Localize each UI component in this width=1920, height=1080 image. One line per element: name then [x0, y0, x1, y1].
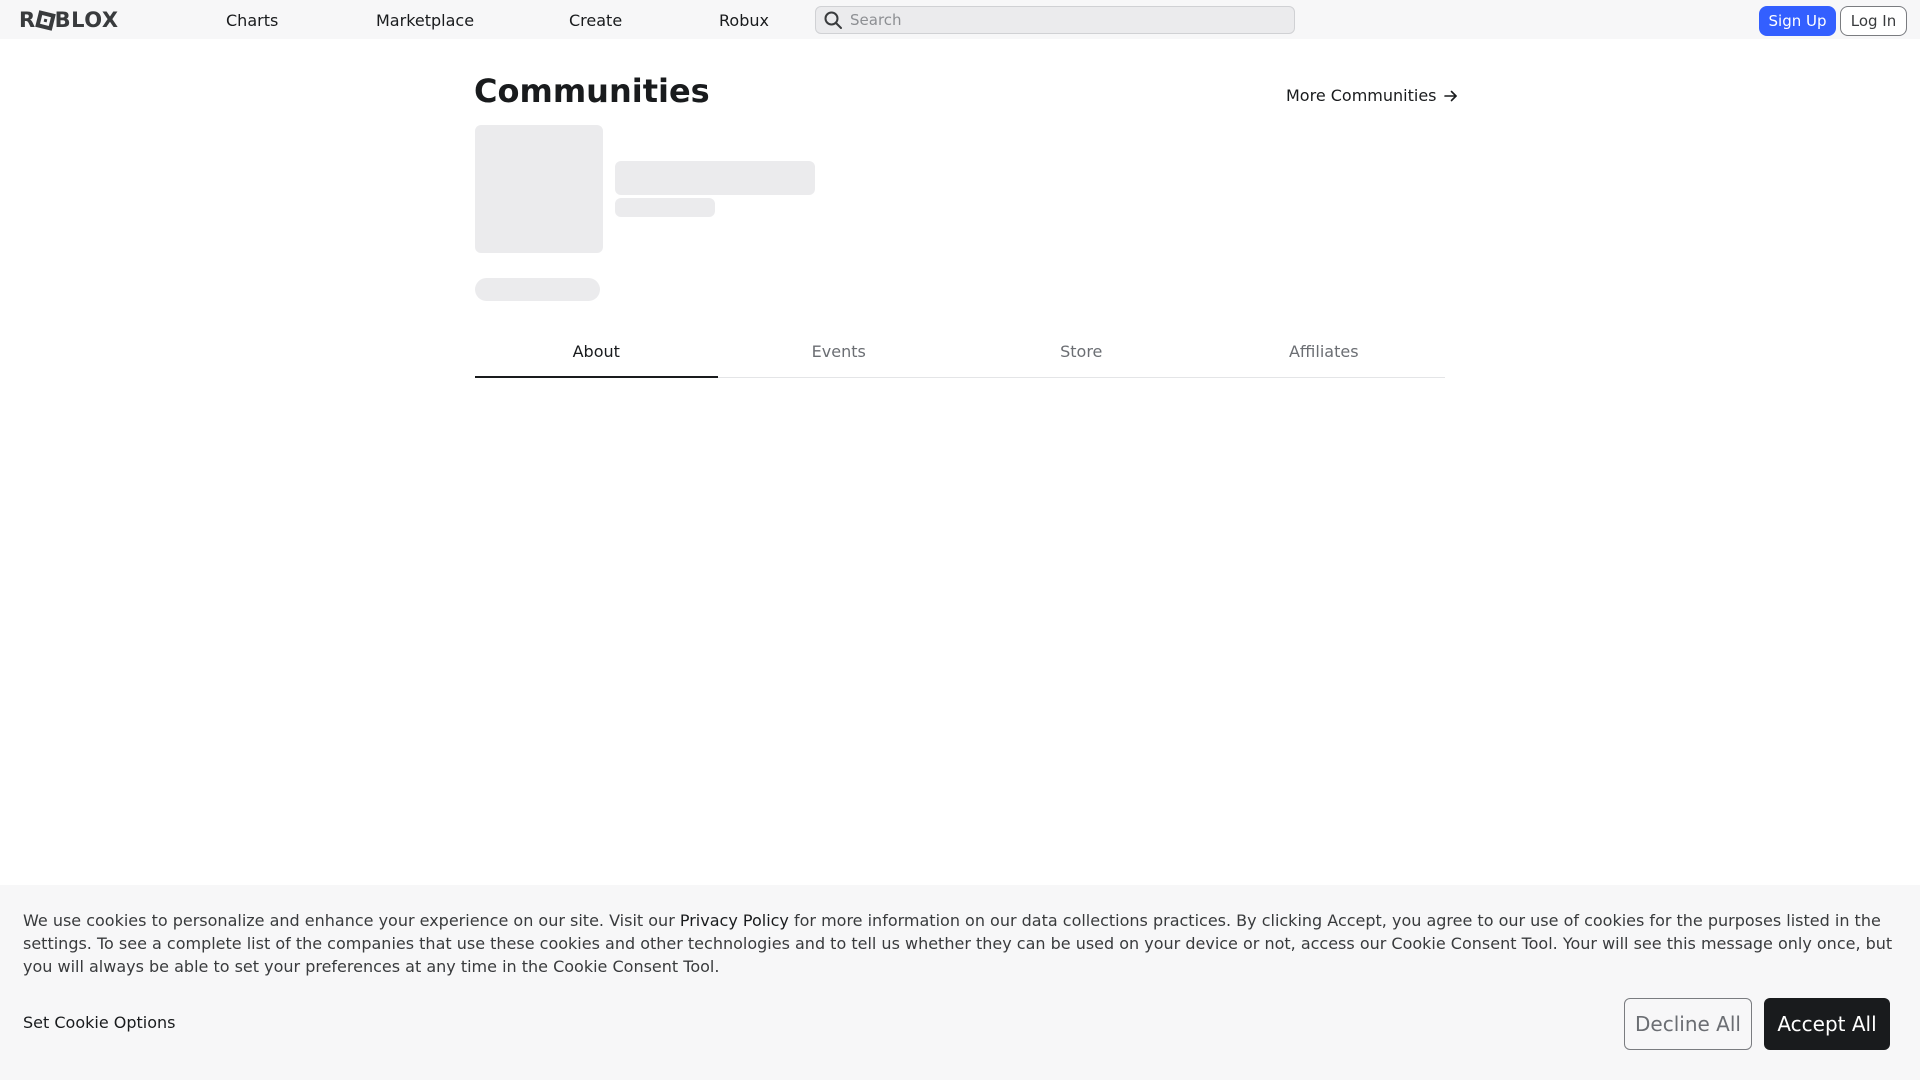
community-owner-placeholder	[615, 198, 715, 217]
cookie-message: We use cookies to personalize and enhanc…	[23, 909, 1893, 978]
page-title: Communities	[474, 72, 710, 110]
more-communities-link[interactable]: More Communities	[1286, 86, 1459, 105]
community-thumbnail-placeholder	[475, 125, 603, 253]
community-name-placeholder	[615, 161, 815, 195]
sign-up-button[interactable]: Sign Up	[1759, 6, 1836, 36]
log-in-button[interactable]: Log In	[1840, 6, 1907, 36]
more-communities-label: More Communities	[1286, 86, 1437, 105]
nav-marketplace[interactable]: Marketplace	[376, 11, 474, 30]
tab-affiliates[interactable]: Affiliates	[1203, 326, 1446, 377]
logo-letters-blox: BLOX	[54, 8, 119, 32]
nav-charts[interactable]: Charts	[226, 11, 278, 30]
search-input[interactable]	[850, 7, 1294, 33]
logo-letter-r: R	[19, 8, 36, 32]
logo-o-square-icon	[34, 9, 56, 31]
tab-about[interactable]: About	[475, 326, 718, 378]
top-navigation: R BLOX Charts Marketplace Create Robux S…	[0, 0, 1920, 39]
set-cookie-options-link[interactable]: Set Cookie Options	[23, 1013, 175, 1032]
roblox-logo[interactable]: R BLOX	[19, 8, 119, 32]
tab-store[interactable]: Store	[960, 326, 1203, 377]
search-bar	[815, 6, 1295, 34]
accept-all-button[interactable]: Accept All	[1764, 998, 1890, 1050]
privacy-policy-link[interactable]: Privacy Policy	[680, 911, 789, 930]
nav-create[interactable]: Create	[569, 11, 622, 30]
search-icon[interactable]	[816, 6, 850, 34]
tab-events[interactable]: Events	[718, 326, 961, 377]
arrow-right-icon	[1443, 90, 1457, 101]
community-tabs: About Events Store Affiliates	[475, 326, 1445, 378]
nav-robux[interactable]: Robux	[719, 11, 769, 30]
cookie-text-before: We use cookies to personalize and enhanc…	[23, 911, 680, 930]
community-stats-placeholder	[475, 278, 600, 301]
cookie-banner: We use cookies to personalize and enhanc…	[0, 885, 1920, 1080]
decline-all-button[interactable]: Decline All	[1624, 998, 1752, 1050]
